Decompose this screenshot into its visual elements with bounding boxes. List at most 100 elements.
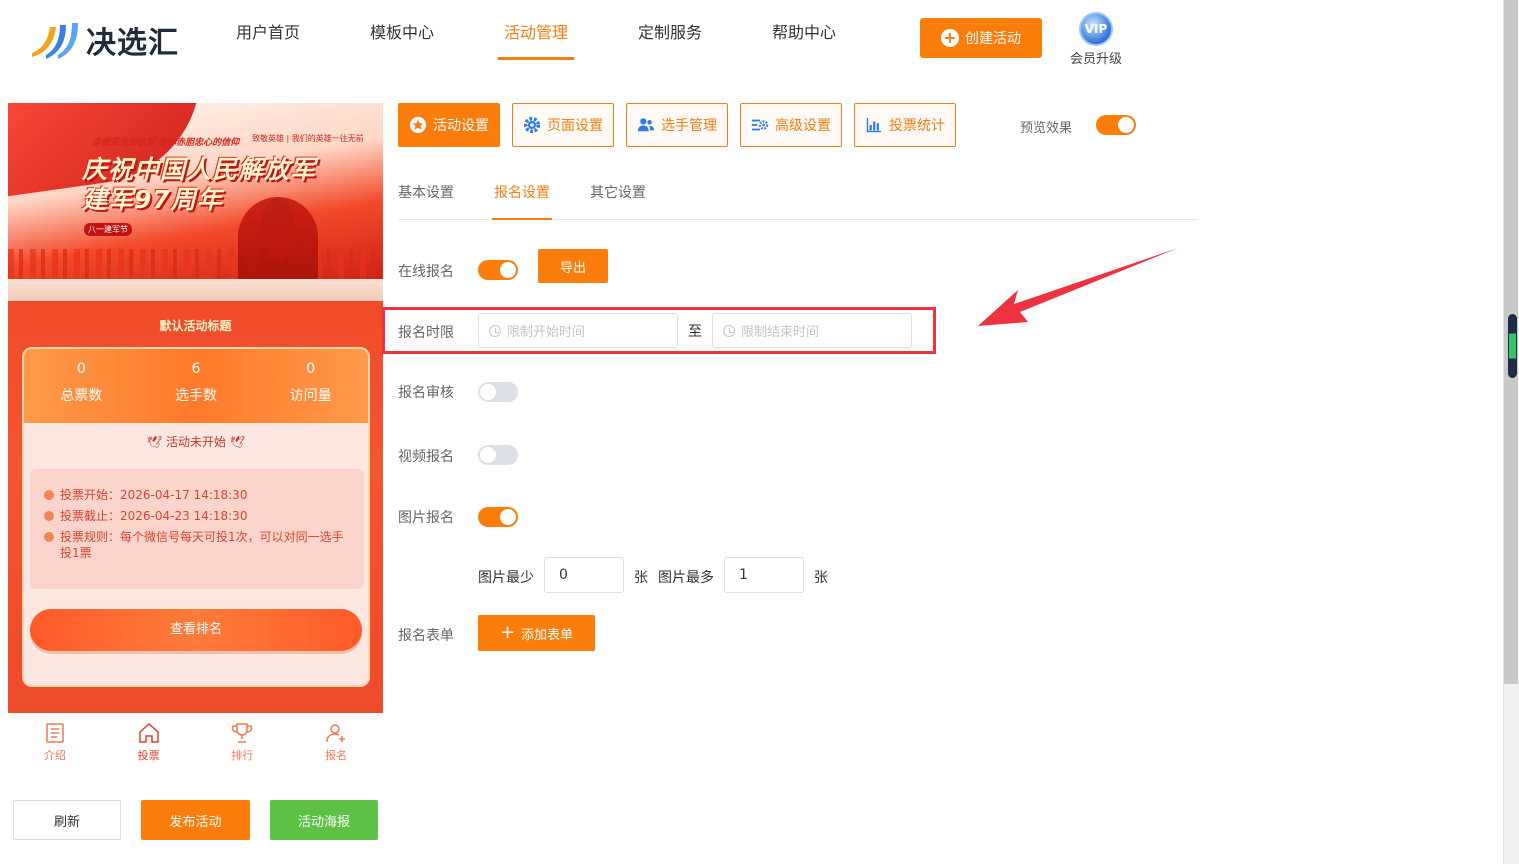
clock-icon [44, 490, 54, 500]
sliders-icon [751, 119, 769, 131]
signup-period-label: 报名时限 [398, 325, 454, 341]
banner-ribbon [8, 279, 383, 301]
nav-templates-label: 模板中心 [370, 23, 435, 42]
activity-banner: 身披荣光的铁军 是你赤胆忠心的信仰 致敬英雄 | 我们的英雄一往无前 庆祝中国人… [8, 103, 383, 301]
add-form-label: 添加表单 [521, 627, 574, 643]
vote-start-text: 投票开始：2026-04-17 14:18:30 [60, 488, 248, 502]
signup-end-time-input[interactable]: 限制结束时间 [712, 313, 912, 348]
advanced-settings-button[interactable]: 高级设置 [740, 103, 842, 147]
clock-icon [489, 324, 501, 337]
stat-visits-label: 访问量 [289, 388, 332, 404]
vote-end-text: 投票截止：2026-04-23 14:18:30 [60, 509, 248, 523]
nav-home-label: 用户首页 [236, 23, 301, 42]
vote-end-line: 投票截止：2026-04-23 14:18:30 [44, 508, 350, 524]
brand-name: 决选汇 [86, 26, 179, 61]
signup-end-placeholder: 限制结束时间 [741, 325, 820, 340]
brand-logo[interactable]: 决选汇 [28, 18, 179, 62]
video-signup-switch[interactable] [478, 445, 518, 465]
create-activity-button[interactable]: + 创建活动 [920, 18, 1042, 58]
preview-tabbar: 介绍 投票 排行 报名 [8, 713, 383, 773]
banner-title: 庆祝中国人民解放军 建军97周年 [82, 155, 316, 215]
online-signup-switch[interactable] [478, 260, 518, 280]
stats-card: 0 总票数 6 选手数 0 访问量 🕊 活动未开始 🕊 投票开始：2026-04… [22, 347, 370, 687]
tab-signup-settings[interactable]: 报名设置 [492, 166, 552, 220]
vote-statistics-button[interactable]: 投票统计 [854, 103, 956, 147]
page-settings-label: 页面设置 [547, 118, 603, 134]
image-max-unit: 张 [814, 570, 828, 586]
contestant-management-label: 选手管理 [661, 118, 717, 134]
activity-status: 🕊 活动未开始 🕊 [24, 433, 368, 450]
tab-basic-settings[interactable]: 基本设置 [398, 166, 454, 219]
banner-tagline-2: 致敬英雄 | 我们的英雄一往无前 [252, 134, 364, 143]
stat-visits: 0 访问量 [253, 349, 368, 423]
nav-custom-service[interactable]: 定制服务 [638, 0, 772, 62]
banner-tag: 八一建军节 [84, 223, 132, 236]
preview-effect-switch[interactable] [1096, 115, 1136, 135]
signup-review-switch[interactable] [478, 382, 518, 402]
tab-ranking[interactable]: 排行 [196, 713, 290, 773]
advanced-settings-label: 高级设置 [775, 118, 831, 134]
nav-activity-management-label: 活动管理 [504, 23, 569, 42]
tab-signup[interactable]: 报名 [289, 713, 383, 773]
bar-chart-icon [866, 117, 882, 133]
logo-mark-icon [28, 19, 80, 61]
tab-intro-label: 介绍 [43, 749, 66, 762]
stat-total-votes: 0 总票数 [24, 349, 139, 423]
tab-vote[interactable]: 投票 [102, 713, 196, 773]
plus-circle-icon: + [941, 29, 959, 47]
video-signup-label: 视频报名 [398, 449, 454, 465]
vote-info-box: 投票开始：2026-04-17 14:18:30 投票截止：2026-04-23… [30, 469, 364, 589]
signup-start-placeholder: 限制开始时间 [507, 325, 586, 340]
plus-icon: + [499, 622, 516, 643]
signup-review-label: 报名审核 [398, 385, 454, 401]
settings-toolbar: 活动设置 页面设置 选手管理 高级设置 投票统计 [398, 103, 956, 147]
tab-intro[interactable]: 介绍 [8, 713, 102, 773]
banner-title-line1: 庆祝中国人民解放军 [82, 155, 317, 184]
publish-activity-button[interactable]: 发布活动 [141, 800, 250, 840]
signup-form-label: 报名表单 [398, 628, 454, 644]
tab-vote-label: 投票 [137, 749, 160, 762]
tab-other-settings[interactable]: 其它设置 [590, 166, 646, 219]
scroll-indicator-icon [1508, 314, 1517, 378]
date-range-separator: 至 [688, 324, 702, 340]
nav-help-label: 帮助中心 [772, 23, 837, 42]
nav-custom-service-label: 定制服务 [638, 23, 703, 42]
image-signup-switch[interactable] [478, 507, 518, 527]
trophy-icon [232, 723, 253, 743]
vote-start-line: 投票开始：2026-04-17 14:18:30 [44, 487, 350, 503]
phone-preview: 身披荣光的铁军 是你赤胆忠心的信仰 致敬英雄 | 我们的英雄一往无前 庆祝中国人… [8, 103, 383, 713]
nav-home[interactable]: 用户首页 [236, 0, 370, 62]
image-max-label: 图片最多 [658, 570, 714, 586]
add-form-button[interactable]: + 添加表单 [478, 615, 595, 651]
preview-effect-label: 预览效果 [1020, 121, 1073, 136]
signup-start-time-input[interactable]: 限制开始时间 [478, 313, 678, 348]
stats-row: 0 总票数 6 选手数 0 访问量 [24, 349, 368, 423]
image-max-input[interactable]: 1 [724, 557, 804, 593]
view-ranking-button[interactable]: 查看排名 [30, 609, 362, 651]
activity-poster-button[interactable]: 活动海报 [270, 800, 378, 840]
clock-icon [44, 511, 54, 521]
activity-settings-label: 活动设置 [433, 118, 489, 134]
stat-contestants-value: 6 [191, 361, 201, 377]
nav-activity-management[interactable]: 活动管理 [498, 0, 638, 62]
main-nav: 用户首页 模板中心 活动管理 定制服务 帮助中心 [236, 0, 906, 62]
image-min-unit: 张 [634, 570, 648, 586]
tab-ranking-label: 排行 [231, 749, 254, 762]
info-icon [44, 532, 54, 542]
vip-upgrade[interactable]: VIP 会员升级 [1066, 12, 1126, 67]
activity-settings-button[interactable]: 活动设置 [398, 103, 500, 147]
nav-templates[interactable]: 模板中心 [370, 0, 504, 62]
image-min-input[interactable]: 0 [544, 557, 624, 593]
dove-left-icon: 🕊 [146, 435, 163, 449]
user-add-icon [326, 724, 346, 743]
nav-help[interactable]: 帮助中心 [772, 0, 906, 62]
contestant-management-button[interactable]: 选手管理 [626, 103, 728, 147]
home-icon [138, 722, 159, 743]
vote-rule-line: 投票规则：每个微信号每天可投1次，可以对同一选手投1票 [44, 529, 350, 561]
refresh-button[interactable]: 刷新 [13, 800, 121, 840]
page-settings-button[interactable]: 页面设置 [512, 103, 614, 147]
vote-rule-text: 投票规则：每个微信号每天可投1次，可以对同一选手投1票 [60, 530, 344, 560]
skyline-decoration [8, 249, 383, 279]
vip-label: 会员升级 [1069, 52, 1122, 67]
export-button[interactable]: 导出 [538, 249, 608, 283]
